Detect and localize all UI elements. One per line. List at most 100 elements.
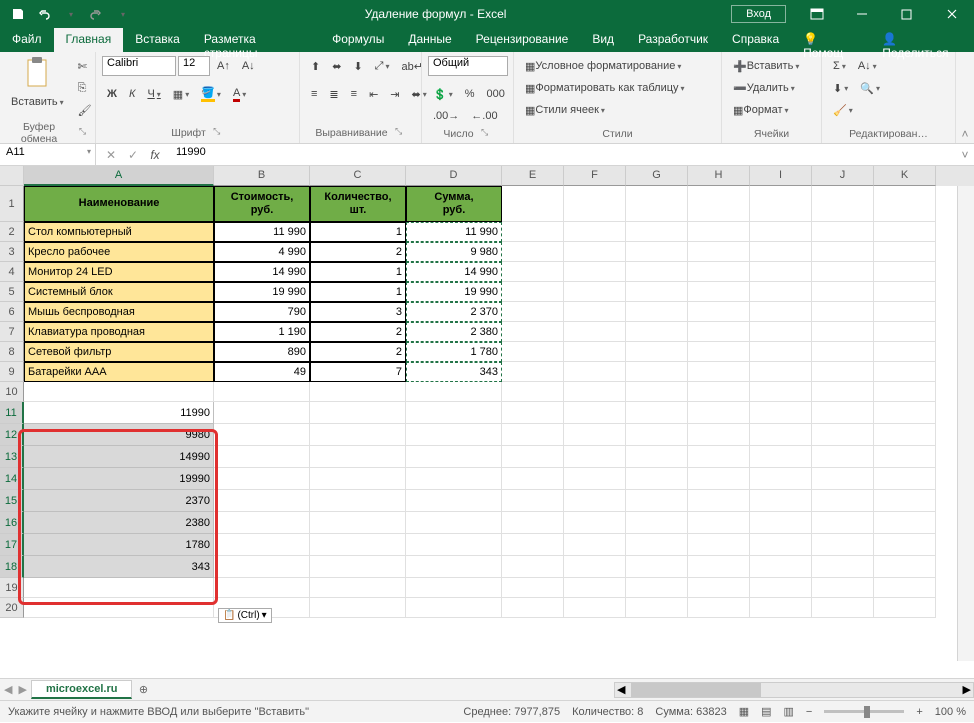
align-center-icon[interactable]: ≣ (324, 84, 343, 104)
close-icon[interactable] (929, 0, 974, 28)
cell[interactable] (502, 262, 564, 282)
row-header-3[interactable]: 3 (0, 242, 24, 262)
cell[interactable] (406, 534, 502, 556)
cell[interactable] (406, 578, 502, 598)
cell[interactable] (626, 222, 688, 242)
cell[interactable]: 790 (214, 302, 310, 322)
cell[interactable] (564, 302, 626, 322)
cell[interactable] (310, 424, 406, 446)
zoom-out-icon[interactable]: − (806, 706, 812, 718)
cell[interactable]: 14990 (24, 446, 214, 468)
cell[interactable] (626, 282, 688, 302)
cell[interactable]: 1 190 (214, 322, 310, 342)
cell[interactable] (750, 322, 812, 342)
cell[interactable] (688, 262, 750, 282)
align-middle-icon[interactable]: ⬌ (327, 56, 346, 76)
cell[interactable] (626, 490, 688, 512)
cell[interactable]: 343 (24, 556, 214, 578)
cell[interactable]: 1 (310, 262, 406, 282)
cell[interactable] (750, 282, 812, 302)
col-header-A[interactable]: A (24, 166, 214, 186)
cell[interactable] (812, 534, 874, 556)
cell[interactable] (564, 382, 626, 402)
align-top-icon[interactable]: ⬆ (306, 56, 325, 76)
cell[interactable] (502, 534, 564, 556)
cell[interactable]: 1 (310, 222, 406, 242)
cell[interactable]: Клавиатура проводная (24, 322, 214, 342)
tab-page-layout[interactable]: Разметка страницы (192, 28, 320, 52)
cell[interactable]: 9980 (24, 424, 214, 446)
cell[interactable]: Сетевой фильтр (24, 342, 214, 362)
undo-dropdown[interactable] (58, 3, 82, 25)
decrease-font-icon[interactable]: A↓ (237, 56, 260, 76)
view-page-icon[interactable]: ▤ (761, 705, 771, 718)
italic-button[interactable]: К (124, 84, 140, 104)
row-header-14[interactable]: 14 (0, 468, 24, 490)
align-right-icon[interactable]: ≡ (346, 84, 362, 104)
cell[interactable] (626, 342, 688, 362)
cell[interactable]: 2 370 (406, 302, 502, 322)
cell[interactable] (502, 222, 564, 242)
increase-decimal-icon[interactable]: .00→ (428, 106, 464, 126)
delete-cells-button[interactable]: ➖ Удалить (728, 78, 815, 98)
cell[interactable] (406, 598, 502, 618)
cell[interactable] (874, 322, 936, 342)
row-header-8[interactable]: 8 (0, 342, 24, 362)
cell[interactable]: 11 990 (214, 222, 310, 242)
maximize-icon[interactable] (884, 0, 929, 28)
cell[interactable] (310, 512, 406, 534)
cell[interactable] (214, 490, 310, 512)
col-header-J[interactable]: J (812, 166, 874, 186)
cell[interactable] (626, 242, 688, 262)
align-left-icon[interactable]: ≡ (306, 84, 322, 104)
cell[interactable] (502, 446, 564, 468)
cell[interactable] (688, 578, 750, 598)
row-header-13[interactable]: 13 (0, 446, 24, 468)
redo-icon[interactable] (84, 3, 108, 25)
cell[interactable]: 343 (406, 362, 502, 382)
cell[interactable] (750, 186, 812, 222)
col-header-E[interactable]: E (502, 166, 564, 186)
login-button[interactable]: Вход (731, 5, 786, 23)
tab-file[interactable]: Файл (0, 28, 54, 52)
align-bottom-icon[interactable]: ⬇ (348, 56, 367, 76)
cell[interactable] (688, 534, 750, 556)
cell[interactable] (812, 262, 874, 282)
cell[interactable] (214, 402, 310, 424)
find-icon[interactable]: 🔍 (855, 78, 885, 98)
tab-developer[interactable]: Разработчик (626, 28, 720, 52)
tab-review[interactable]: Рецензирование (464, 28, 581, 52)
cell[interactable] (812, 342, 874, 362)
cell[interactable]: 2380 (24, 512, 214, 534)
copy-icon[interactable]: ⎘ (73, 78, 97, 98)
cell[interactable]: 19 990 (214, 282, 310, 302)
horizontal-scrollbar[interactable]: ◀ ▶ (614, 682, 974, 698)
cell[interactable] (310, 490, 406, 512)
cell[interactable] (812, 512, 874, 534)
cell[interactable] (750, 512, 812, 534)
tab-help[interactable]: Справка (720, 28, 791, 52)
cell[interactable] (750, 222, 812, 242)
cell[interactable] (564, 222, 626, 242)
cell[interactable]: 890 (214, 342, 310, 362)
row-header-12[interactable]: 12 (0, 424, 24, 446)
cell[interactable] (626, 186, 688, 222)
cell[interactable] (750, 556, 812, 578)
cut-icon[interactable]: ✄ (73, 56, 97, 76)
tab-formulas[interactable]: Формулы (320, 28, 396, 52)
zoom-slider[interactable] (824, 710, 904, 713)
zoom-in-icon[interactable]: + (916, 706, 922, 718)
cell[interactable] (310, 468, 406, 490)
col-header-H[interactable]: H (688, 166, 750, 186)
cell[interactable]: Кресло рабочее (24, 242, 214, 262)
cell[interactable] (812, 424, 874, 446)
cell[interactable] (688, 186, 750, 222)
cell[interactable] (812, 362, 874, 382)
cell[interactable]: 11 990 (406, 222, 502, 242)
cell[interactable] (626, 598, 688, 618)
cell[interactable]: Стоимость,руб. (214, 186, 310, 222)
cell[interactable] (688, 362, 750, 382)
cell[interactable] (874, 302, 936, 322)
cell[interactable]: 49 (214, 362, 310, 382)
cell[interactable] (502, 512, 564, 534)
